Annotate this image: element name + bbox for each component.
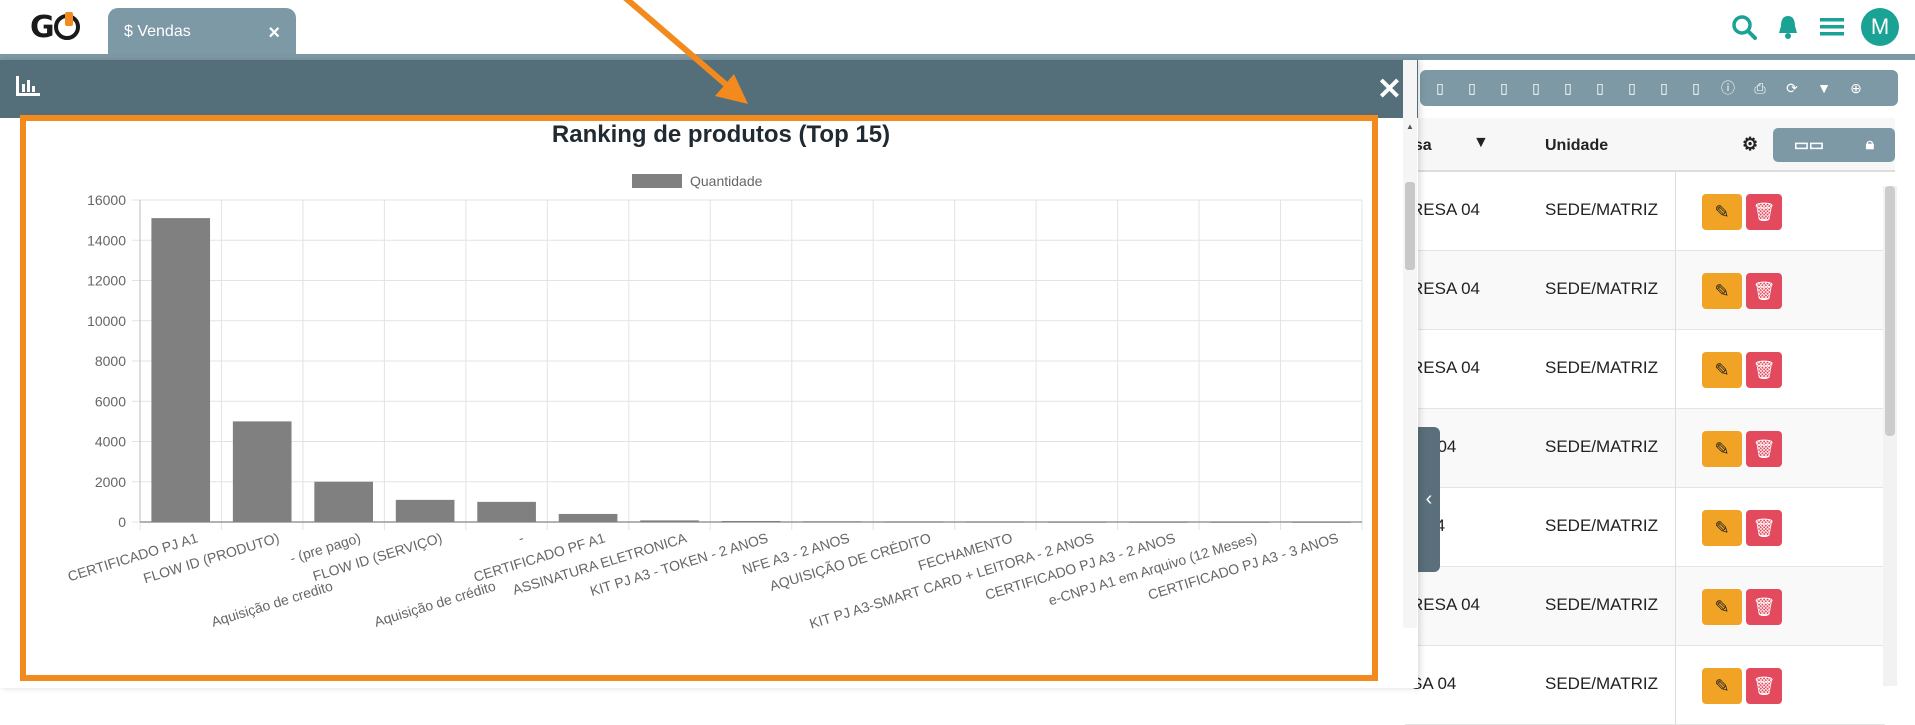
tab-vendas[interactable]: $ Vendas × bbox=[108, 8, 296, 54]
cell-empresa: RESA 04 bbox=[1411, 358, 1480, 377]
pdf-icon[interactable]: ▯ bbox=[1588, 76, 1612, 100]
search-icon[interactable] bbox=[1729, 12, 1759, 42]
excel-icon[interactable]: ▯ bbox=[1556, 76, 1580, 100]
bar-chart-icon bbox=[16, 76, 40, 102]
edit-button[interactable]: ✎ bbox=[1702, 589, 1742, 625]
filter-icon[interactable]: ▼ bbox=[1473, 134, 1489, 152]
edit-button[interactable]: ✎ bbox=[1702, 352, 1742, 388]
column-header-unidade[interactable]: Unidade bbox=[1545, 137, 1608, 155]
filter-icon[interactable]: ▼ bbox=[1812, 76, 1836, 100]
delete-button[interactable]: 🗑︎ bbox=[1746, 431, 1782, 467]
pdf-icon[interactable]: ▯ bbox=[1524, 76, 1548, 100]
annotation-arrow bbox=[623, 0, 748, 104]
cell-unidade: SEDE/MATRIZ bbox=[1545, 437, 1659, 456]
edit-button[interactable]: ✎ bbox=[1702, 194, 1742, 230]
table-row[interactable]: SA 04SEDE/MATRIZ✎🗑︎ bbox=[1405, 646, 1885, 725]
lock-icon[interactable]: 🔒︎ bbox=[1866, 136, 1875, 154]
menu-icon[interactable] bbox=[1817, 12, 1847, 42]
column-divider bbox=[1675, 172, 1676, 251]
export-columns-icon[interactable]: ▭▭ bbox=[1794, 135, 1824, 155]
column-divider bbox=[1675, 251, 1676, 330]
cell-unidade: SEDE/MATRIZ bbox=[1545, 516, 1659, 535]
edit-button[interactable]: ✎ bbox=[1702, 510, 1742, 546]
excel-icon[interactable]: ▯ bbox=[1428, 76, 1452, 100]
pdf-icon[interactable]: ▯ bbox=[1620, 76, 1644, 100]
pdf-icon[interactable]: ▯ bbox=[1460, 76, 1484, 100]
delete-button[interactable]: 🗑︎ bbox=[1746, 352, 1782, 388]
print-icon[interactable]: ⎙ bbox=[1748, 76, 1772, 100]
info-icon[interactable]: ⓘ bbox=[1716, 76, 1740, 100]
column-divider bbox=[1675, 567, 1676, 646]
chevron-left-icon[interactable]: ‹ bbox=[1418, 427, 1440, 572]
scrollbar-thumb[interactable] bbox=[1885, 186, 1895, 436]
table-row[interactable]: RESA 04 SEDE/MATRIZ ✎ 🗑︎ bbox=[1405, 330, 1885, 409]
table-row[interactable]: RESA 04 SEDE/MATRIZ ✎ 🗑︎ bbox=[1405, 251, 1885, 330]
modal-scrollbar[interactable]: ▲ bbox=[1403, 60, 1417, 628]
delete-button[interactable]: 🗑︎ bbox=[1746, 194, 1782, 230]
column-divider bbox=[1675, 488, 1676, 567]
delete-button[interactable]: 🗑︎ bbox=[1746, 668, 1782, 704]
cell-empresa: RESA 04 bbox=[1411, 279, 1480, 298]
close-icon[interactable]: ✕ bbox=[1377, 72, 1402, 107]
table-row[interactable]: SA 04SEDE/MATRIZ✎🗑︎ bbox=[1405, 409, 1885, 488]
logo-o-mark bbox=[53, 12, 80, 40]
tab-close-icon[interactable]: × bbox=[268, 22, 280, 45]
tab-vendas-label: $ Vendas bbox=[124, 23, 191, 40]
add-icon[interactable]: ⊕ bbox=[1844, 76, 1868, 100]
cell-unidade: SEDE/MATRIZ bbox=[1545, 595, 1659, 614]
cell-empresa: RESA 04 bbox=[1411, 200, 1480, 219]
export-toolbar: ▯ ▯ ▯ ▯ ▯ ▯ ▯ ▯ ▯ ⓘ ⎙ ⟳ ▼ ⊕ bbox=[1420, 70, 1898, 106]
cell-unidade: SEDE/MATRIZ bbox=[1545, 674, 1659, 693]
refresh-icon[interactable]: ⟳ bbox=[1780, 76, 1804, 100]
column-divider bbox=[1675, 409, 1676, 488]
gear-icon[interactable]: ⚙ bbox=[1742, 134, 1758, 155]
user-avatar[interactable]: M bbox=[1861, 8, 1899, 46]
pdf-icon[interactable]: ▯ bbox=[1652, 76, 1676, 100]
table-header: esa ▼ Unidade ⚙ ▭▭ 🔒︎ bbox=[1405, 118, 1895, 172]
excel-icon[interactable]: ▯ bbox=[1492, 76, 1516, 100]
edit-button[interactable]: ✎ bbox=[1702, 431, 1742, 467]
pdf-icon[interactable]: ▯ bbox=[1684, 76, 1708, 100]
bell-icon[interactable] bbox=[1773, 12, 1803, 42]
top-icons: M bbox=[1729, 8, 1899, 46]
app-logo[interactable]: G bbox=[30, 10, 80, 45]
column-divider bbox=[1675, 646, 1676, 725]
table-row[interactable]: RESA 04 SEDE/MATRIZ ✎ 🗑︎ bbox=[1405, 172, 1885, 251]
cell-empresa: RESA 04 bbox=[1411, 595, 1480, 614]
delete-button[interactable]: 🗑︎ bbox=[1746, 589, 1782, 625]
table-row[interactable]: A 04SEDE/MATRIZ✎🗑︎ bbox=[1405, 488, 1885, 567]
delete-button[interactable]: 🗑︎ bbox=[1746, 510, 1782, 546]
delete-button[interactable]: 🗑︎ bbox=[1746, 273, 1782, 309]
edit-button[interactable]: ✎ bbox=[1702, 668, 1742, 704]
table-row[interactable]: RESA 04 SEDE/MATRIZ ✎ 🗑︎ bbox=[1405, 567, 1885, 646]
chart-highlight-frame bbox=[20, 115, 1378, 681]
scrollbar-thumb[interactable] bbox=[1405, 182, 1415, 270]
edit-button[interactable]: ✎ bbox=[1702, 273, 1742, 309]
header-actions: ▭▭ 🔒︎ bbox=[1773, 128, 1895, 162]
column-divider bbox=[1675, 330, 1676, 409]
cell-unidade: SEDE/MATRIZ bbox=[1545, 279, 1659, 298]
scroll-up-icon[interactable]: ▲ bbox=[1406, 122, 1414, 131]
top-bar: G $ Vendas × M bbox=[0, 0, 1915, 54]
cell-unidade: SEDE/MATRIZ bbox=[1545, 358, 1659, 377]
table-scrollbar[interactable] bbox=[1883, 186, 1897, 686]
cell-unidade: SEDE/MATRIZ bbox=[1545, 200, 1659, 219]
